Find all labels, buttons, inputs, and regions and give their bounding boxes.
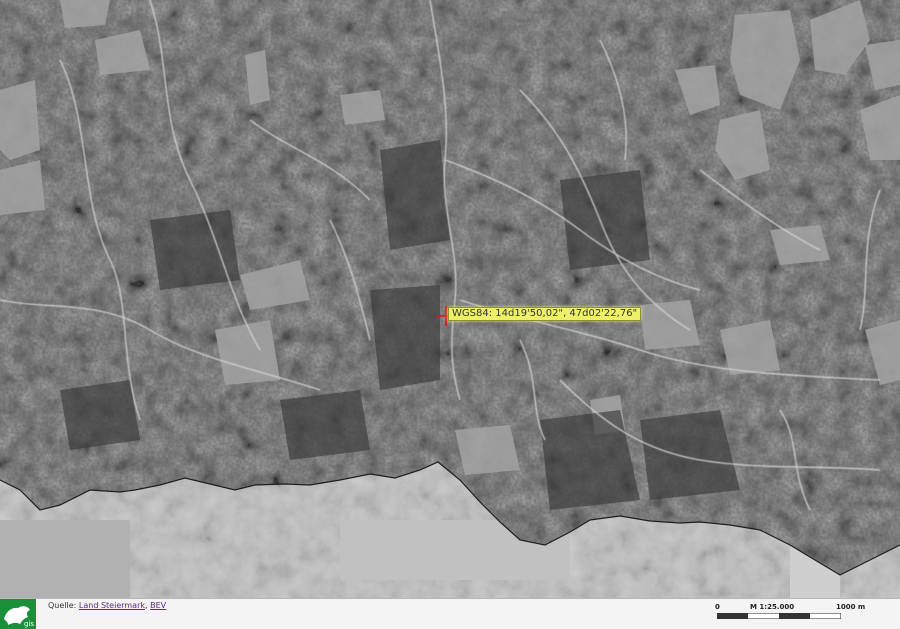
source-separator: , — [145, 601, 148, 610]
scale-start-label: 0 — [715, 603, 720, 611]
map-viewport[interactable]: WGS84: 14d19'50,02", 47d02'22,76" — [0, 0, 900, 600]
scale-bar: 0 M 1:25.000 1000 m — [712, 601, 872, 627]
source-prefix: Quelle: — [48, 601, 77, 610]
scale-end-label: 1000 m — [836, 603, 866, 611]
bev-link[interactable]: BEV — [150, 601, 166, 610]
map-footer: gis Quelle: Land Steiermark, BEV 0 M 1:2… — [0, 598, 900, 629]
logo-text: gis — [24, 620, 34, 628]
land-steiermark-link[interactable]: Land Steiermark — [79, 601, 145, 610]
source-attribution: Quelle: Land Steiermark, BEV — [48, 601, 166, 610]
scale-ratio-label: M 1:25.000 — [750, 603, 795, 611]
aerial-photo-map — [0, 0, 900, 600]
scale-bar-graphic — [717, 613, 841, 619]
coordinate-label: WGS84: 14d19'50,02", 47d02'22,76" — [448, 307, 642, 321]
styria-panther-logo-icon[interactable]: gis — [0, 599, 36, 629]
